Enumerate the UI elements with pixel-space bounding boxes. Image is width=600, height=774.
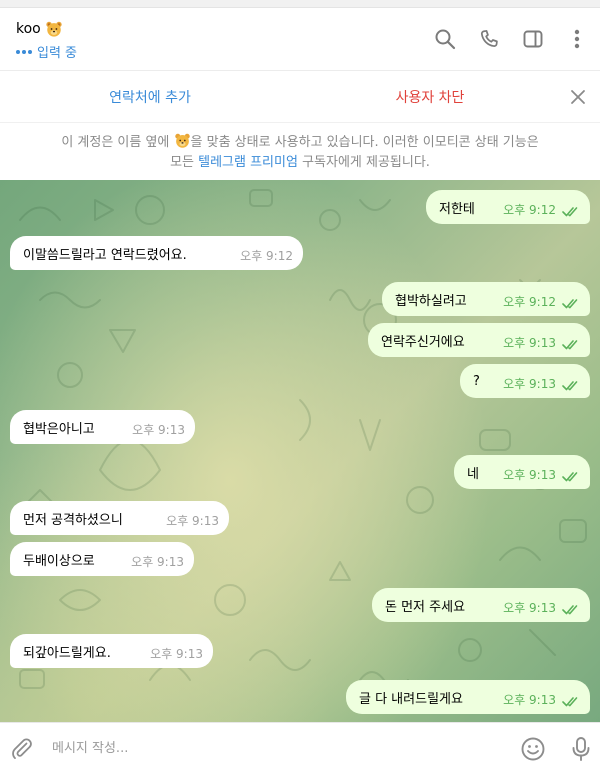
search-icon[interactable]	[432, 26, 458, 52]
contact-name[interactable]: koo	[16, 21, 41, 37]
phone-icon[interactable]	[476, 26, 502, 52]
message-text: 협박하실려고	[395, 293, 467, 309]
window-top-strip	[0, 0, 600, 8]
chat-header: koo 입력 중	[0, 8, 600, 70]
incoming-message-bubble[interactable]: 이말씀드릴라고 연락드렸어요. 오후 9:12	[10, 236, 303, 270]
chat-area[interactable]: 저한테 오후 9:12 이말씀드릴라고 연락드렸어요. 오후 9:12 협박하실려고 오후…	[0, 180, 600, 722]
message-input[interactable]	[52, 733, 492, 763]
message-composer	[0, 722, 600, 774]
outgoing-message-bubble[interactable]: ? 오후 9:13	[460, 364, 590, 398]
incoming-message-bubble[interactable]: 협박은아니고 오후 9:13	[10, 410, 195, 444]
typing-indicator: 입력 중	[16, 42, 77, 61]
double-check-icon	[562, 605, 578, 615]
outgoing-message-bubble[interactable]: 협박하실려고 오후 9:12	[382, 282, 590, 316]
message-time: 오후 9:13	[150, 647, 203, 661]
incoming-message-bubble[interactable]: 되갚아드릴게요. 오후 9:13	[10, 634, 213, 668]
message-text: 연락주신거에요	[381, 334, 465, 350]
bear-emoji-icon	[174, 133, 190, 148]
double-check-icon	[562, 697, 578, 707]
outgoing-message-bubble[interactable]: 네 오후 9:13	[454, 455, 590, 489]
message-text: 먼저 공격하셨으니	[23, 512, 123, 528]
attach-icon[interactable]	[10, 737, 34, 761]
message-text: ?	[473, 373, 480, 389]
message-time: 오후 9:12	[503, 203, 556, 217]
message-text: 되갚아드릴게요.	[23, 645, 111, 661]
message-text: 돈 먼저 주세요	[385, 599, 466, 615]
contact-action-bar: 연락처에 추가 사용자 차단	[0, 70, 600, 122]
message-time: 오후 9:12	[240, 249, 293, 263]
notice-text-a: 이 계정은 이름 옆에	[61, 135, 174, 150]
message-time: 오후 9:13	[503, 377, 556, 391]
typing-dots-icon	[16, 49, 32, 54]
more-vertical-icon[interactable]	[564, 26, 590, 52]
double-check-icon	[562, 340, 578, 350]
sidebar-toggle-icon[interactable]	[520, 26, 546, 52]
block-user-button[interactable]: 사용자 차단	[300, 71, 560, 123]
message-time: 오후 9:13	[503, 468, 556, 482]
double-check-icon	[562, 381, 578, 391]
double-check-icon	[562, 299, 578, 309]
message-text: 글 다 내려드릴게요	[359, 691, 463, 707]
message-time: 오후 9:13	[503, 336, 556, 350]
incoming-message-bubble[interactable]: 두배이상으로 오후 9:13	[10, 542, 194, 576]
double-check-icon	[562, 207, 578, 217]
outgoing-message-bubble[interactable]: 저한테 오후 9:12	[426, 190, 590, 224]
contact-name-row[interactable]: koo	[16, 20, 63, 38]
message-time: 오후 9:13	[132, 423, 185, 437]
notice-text-d: 구독자에게 제공됩니다.	[297, 155, 430, 170]
typing-status-text: 입력 중	[37, 46, 78, 61]
bear-emoji-icon[interactable]	[45, 20, 63, 38]
outgoing-message-bubble[interactable]: 연락주신거에요 오후 9:13	[368, 323, 590, 357]
double-check-icon	[562, 472, 578, 482]
add-contact-button[interactable]: 연락처에 추가	[0, 71, 300, 123]
telegram-premium-link[interactable]: 텔레그램 프리미엄	[198, 155, 298, 170]
message-time: 오후 9:13	[166, 514, 219, 528]
notice-line-2: 모든 텔레그램 프리미엄 구독자에게 제공됩니다.	[0, 153, 600, 173]
outgoing-message-bubble[interactable]: 돈 먼저 주세요 오후 9:13	[372, 588, 590, 622]
message-time: 오후 9:13	[131, 555, 184, 569]
message-time: 오후 9:13	[503, 601, 556, 615]
message-text: 저한테	[439, 201, 475, 217]
message-text: 네	[467, 466, 479, 482]
header-actions	[432, 26, 590, 52]
incoming-message-bubble[interactable]: 먼저 공격하셨으니 오후 9:13	[10, 501, 229, 535]
message-text: 이말씀드릴라고 연락드렸어요.	[23, 247, 187, 263]
microphone-icon[interactable]	[568, 735, 594, 763]
premium-status-notice: 이 계정은 이름 옆에 을 맞춤 상태로 사용하고 있습니다. 이러한 이모티콘…	[0, 122, 600, 180]
notice-text-c: 모든	[170, 155, 199, 170]
message-time: 오후 9:13	[503, 693, 556, 707]
message-time: 오후 9:12	[503, 295, 556, 309]
emoji-icon[interactable]	[520, 736, 546, 762]
notice-line-1: 이 계정은 이름 옆에 을 맞춤 상태로 사용하고 있습니다. 이러한 이모티콘…	[0, 132, 600, 153]
notice-text-b: 을 맞춤 상태로 사용하고 있습니다. 이러한 이모티콘 상태 기능은	[190, 135, 539, 150]
outgoing-message-bubble[interactable]: 글 다 내려드릴게요 오후 9:13	[346, 680, 590, 714]
close-icon[interactable]	[564, 83, 592, 111]
message-text: 협박은아니고	[23, 421, 95, 437]
message-text: 두배이상으로	[23, 553, 95, 569]
